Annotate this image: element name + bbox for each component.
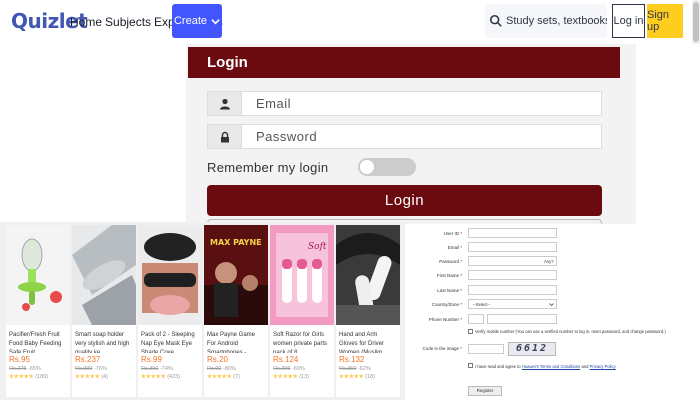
email-field[interactable] <box>207 91 602 116</box>
product-old-price: Rs.275 -65% <box>9 366 41 372</box>
nav-home[interactable]: Home <box>70 15 102 29</box>
product-title: Max Payne Game For Android Smartphones -… <box>207 332 256 353</box>
country-value: --Select-- <box>473 302 491 307</box>
product-card[interactable]: Pack of 2 - Sleeping Nap Eye Mask Eye Sh… <box>138 225 202 397</box>
user-icon <box>219 98 230 109</box>
captcha-image[interactable]: 6612 <box>508 342 556 356</box>
terms-note: I have read and agree to Huawei's Terms … <box>475 364 616 369</box>
product-title: Pacifier/Fresh Fruit Food Baby Feeding S… <box>9 332 62 353</box>
password-field[interactable] <box>207 124 602 149</box>
phone-prefix-input[interactable] <box>468 314 484 324</box>
screenshot-collage: Quizlet HomeSubjectsExplanations Create … <box>0 0 700 400</box>
label-user-id: User ID * <box>443 231 462 236</box>
signup-button[interactable]: Sign up <box>647 4 683 38</box>
product-price: Rs.132 <box>339 355 365 364</box>
product-rating: ★★★★★ (189) <box>9 374 49 380</box>
reg-email-input[interactable] <box>468 242 557 252</box>
label-email: Email * <box>447 245 462 250</box>
remember-toggle[interactable] <box>358 158 416 176</box>
product-card[interactable]: Pacifier/Fresh Fruit Food Baby Feeding S… <box>6 225 70 397</box>
toggle-knob <box>360 160 374 174</box>
login-panel-title: Login <box>188 47 620 78</box>
create-button[interactable]: Create <box>172 4 222 38</box>
product-old-price: Rs.390 -74% <box>141 366 173 372</box>
product-rating: ★★★★★ (423) <box>141 374 181 380</box>
product-title: Pack of 2 - Sleeping Nap Eye Mask Eye Sh… <box>141 332 195 353</box>
product-title: Smart soap holder very stylish and high … <box>75 332 130 353</box>
product-price: Rs.124 <box>273 355 299 364</box>
product-image-fruit-feeder <box>6 225 70 325</box>
create-label: Create <box>173 15 208 27</box>
verify-mobile-note: Verify mobile number (You can use a veri… <box>475 329 666 334</box>
product-price: Rs.237 <box>75 355 101 364</box>
login-submit-button[interactable]: Login <box>207 185 602 216</box>
verify-mobile-checkbox[interactable] <box>468 329 473 334</box>
product-card[interactable]: Smart soap holder very stylish and high … <box>72 225 136 397</box>
scrollbar-thumb[interactable] <box>693 2 699 42</box>
product-price: Rs.20 <box>207 355 228 364</box>
label-captcha: Code in the image * <box>422 346 462 351</box>
product-price: Rs.99 <box>141 355 162 364</box>
chevron-down-icon <box>211 18 220 24</box>
product-image-max-payne-game: MAX PAYNE <box>204 225 268 325</box>
product-title: Soft Razor for Girls women private parts… <box>273 332 328 353</box>
lock-icon-addon <box>208 125 242 148</box>
product-card[interactable]: Soft Soft Razor for Girls women private … <box>270 225 334 397</box>
product-rating: ★★★★★ (18) <box>339 374 375 380</box>
first-name-input[interactable] <box>468 270 557 280</box>
product-old-price: Rs.99 -80% <box>207 366 236 372</box>
product-image-driving-gloves <box>336 225 400 325</box>
product-image-soap-holder <box>72 225 136 325</box>
quizlet-header: Quizlet HomeSubjectsExplanations Create … <box>0 0 700 44</box>
last-name-input[interactable] <box>468 285 557 295</box>
lock-icon <box>220 131 229 142</box>
captcha-input[interactable] <box>468 344 504 354</box>
privacy-link[interactable]: Privacy Policy <box>590 364 616 369</box>
product-rating: ★★★★★ (13) <box>273 374 309 380</box>
svg-text:Soft: Soft <box>308 242 327 252</box>
user-icon-addon <box>208 92 242 115</box>
password-input[interactable] <box>242 129 582 144</box>
svg-text:MAX PAYNE: MAX PAYNE <box>210 238 262 247</box>
register-button[interactable]: Register <box>468 386 502 396</box>
login-button[interactable]: Log in <box>612 4 645 38</box>
label-phone: Phone Number * <box>428 317 462 322</box>
search-placeholder: Study sets, textbooks, ... <box>506 15 607 27</box>
remember-label: Remember my login <box>207 160 329 175</box>
label-password: Password * <box>439 259 462 264</box>
label-last-name: Last Name * <box>437 288 462 293</box>
product-old-price: Rs.399 -69% <box>273 366 305 372</box>
phone-number-input[interactable] <box>487 314 557 324</box>
product-price: Rs.95 <box>9 355 30 364</box>
product-rating: ★★★★★ (7) <box>207 374 240 380</box>
password-hint: Any? <box>544 259 554 264</box>
chevron-down-icon <box>549 303 554 307</box>
product-card[interactable]: Hand and Arm Gloves for Driver Women (Mu… <box>336 225 400 397</box>
product-image-soft-razor: Soft <box>270 225 334 325</box>
email-input[interactable] <box>242 96 582 111</box>
product-card[interactable]: MAX PAYNE Max Payne Game For Android Sma… <box>204 225 268 397</box>
label-first-name: First Name * <box>436 273 462 278</box>
product-image-eye-mask <box>138 225 202 325</box>
product-rating: ★★★★★ (4) <box>75 374 108 380</box>
search-box[interactable]: Study sets, textbooks, ... <box>485 4 607 38</box>
product-old-price: Rs.999 -76% <box>75 366 107 372</box>
country-select[interactable]: --Select-- <box>468 299 557 309</box>
product-old-price: Rs.350 -62% <box>339 366 371 372</box>
user-id-input[interactable] <box>468 228 557 238</box>
scrollbar[interactable] <box>692 0 700 44</box>
label-country: Country/Zone * <box>431 302 462 307</box>
nav-subjects[interactable]: Subjects <box>105 15 151 29</box>
search-icon <box>489 14 502 27</box>
terms-checkbox[interactable] <box>468 363 473 368</box>
terms-link[interactable]: Huawei's Terms and Conditions <box>522 364 580 369</box>
product-title: Hand and Arm Gloves for Driver Women (Mu… <box>339 332 388 353</box>
product-strip: Pacifier/Fresh Fruit Food Baby Feeding S… <box>0 222 405 400</box>
